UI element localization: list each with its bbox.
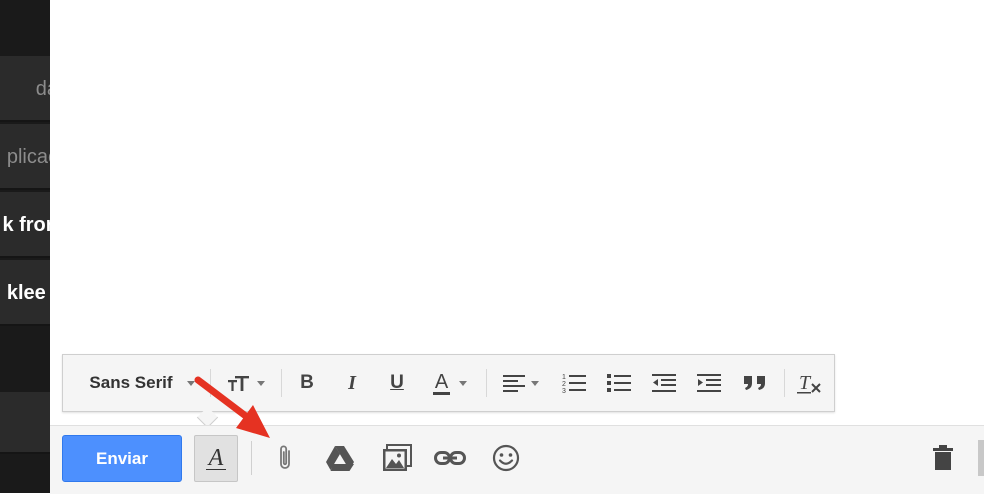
inbox-row-text: plicac <box>6 146 50 168</box>
font-size-button[interactable] <box>221 355 271 411</box>
bold-icon: B <box>300 372 314 393</box>
chevron-down-icon <box>186 380 195 386</box>
inbox-row-text: k fron <box>2 214 50 236</box>
bulleted-list-button[interactable] <box>604 355 634 411</box>
google-drive-icon <box>326 446 354 471</box>
svg-text:3: 3 <box>562 388 566 394</box>
insert-photo-button[interactable] <box>379 440 415 476</box>
remove-formatting-button[interactable]: T <box>794 355 826 411</box>
chevron-down-icon <box>459 380 468 386</box>
more-options-edge[interactable] <box>978 440 984 476</box>
svg-text:1: 1 <box>562 374 566 381</box>
italic-button[interactable]: I <box>338 355 366 411</box>
google-drive-button[interactable] <box>322 440 358 476</box>
quote-icon <box>744 376 765 390</box>
formatting-icon: A <box>205 446 227 470</box>
inbox-list-strip: da plicac k fron klee ( <box>0 0 50 493</box>
bulleted-list-icon <box>607 374 631 392</box>
formatting-toolbar: Sans Serif B I U A 1 2 3 T <box>62 354 835 412</box>
svg-text:T: T <box>799 372 812 394</box>
underline-button[interactable]: U <box>383 355 411 411</box>
text-color-icon: A <box>432 370 451 395</box>
inbox-row[interactable]: k fron <box>0 192 50 258</box>
text-size-icon <box>228 376 249 391</box>
numbered-list-button[interactable]: 1 2 3 <box>559 355 589 411</box>
insert-emoji-button[interactable] <box>488 440 524 476</box>
remove-formatting-icon: T <box>797 372 821 394</box>
insert-emoji-icon <box>492 444 520 472</box>
quote-button[interactable] <box>740 355 770 411</box>
inbox-row[interactable]: plicac <box>0 124 50 190</box>
font-family-label: Sans Serif <box>89 373 173 392</box>
insert-link-button[interactable] <box>432 440 468 476</box>
italic-icon: I <box>348 371 356 394</box>
send-button-label: Enviar <box>96 448 148 468</box>
align-icon <box>503 375 525 392</box>
underline-icon: U <box>390 372 404 393</box>
discard-trash-icon <box>933 445 953 470</box>
inbox-row[interactable]: klee ( <box>0 260 50 326</box>
formatting-options-toggle[interactable]: A <box>194 435 238 482</box>
inbox-row-text: klee ( <box>6 282 50 304</box>
numbered-list-icon: 1 2 3 <box>562 374 586 394</box>
indent-more-button[interactable] <box>694 355 724 411</box>
text-color-button[interactable]: A <box>425 355 475 411</box>
send-button[interactable]: Enviar <box>62 435 182 482</box>
insert-link-icon <box>434 451 466 465</box>
svg-text:2: 2 <box>562 381 566 388</box>
indent-less-icon <box>652 374 676 392</box>
inbox-row[interactable]: da <box>0 56 50 122</box>
discard-draft-button[interactable] <box>925 440 961 476</box>
chevron-down-icon <box>257 380 265 386</box>
attach-file-button[interactable] <box>268 440 304 476</box>
inbox-row[interactable] <box>0 392 50 454</box>
insert-photo-icon <box>383 444 412 471</box>
inbox-row-text: da <box>35 78 50 100</box>
indent-less-button[interactable] <box>649 355 679 411</box>
bold-button[interactable]: B <box>293 355 321 411</box>
attach-file-icon <box>280 445 290 469</box>
font-family-select[interactable]: Sans Serif <box>77 355 207 411</box>
chevron-down-icon <box>531 380 539 386</box>
align-button[interactable] <box>495 355 547 411</box>
indent-more-icon <box>697 374 721 392</box>
